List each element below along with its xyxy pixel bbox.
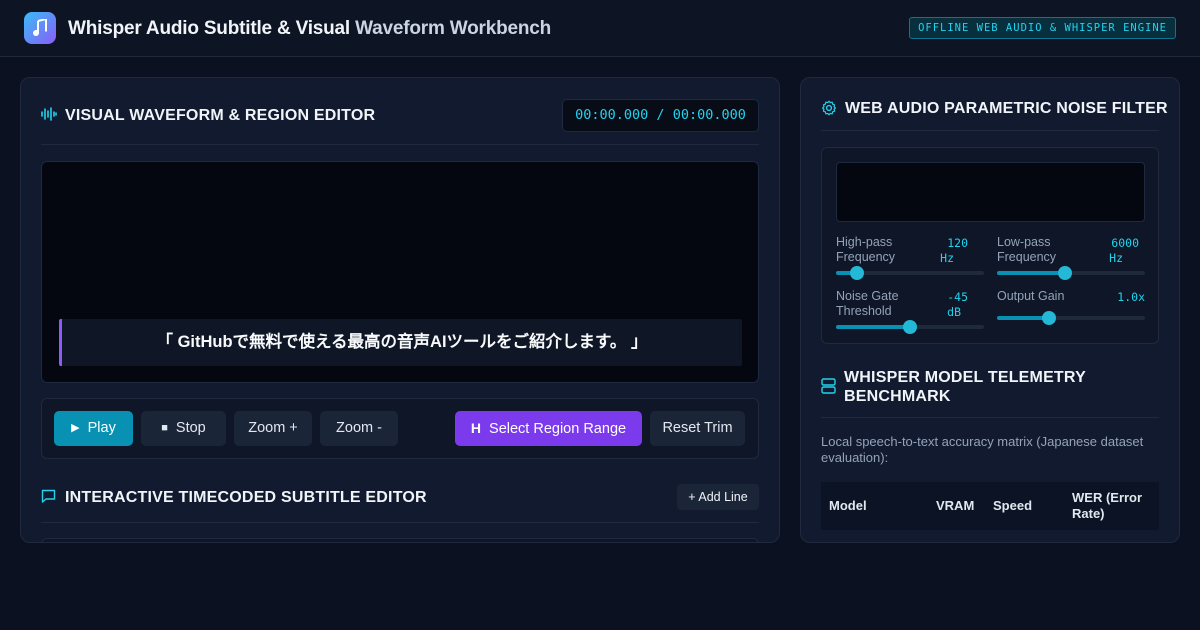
- divider: [821, 130, 1159, 131]
- subtitle-preview: 「 GitHubで無料で使える最高の音声AIツールをご紹介します。 」: [59, 319, 742, 366]
- filter-controls: High-pass Frequency 120 Hz Low-pass Frequ…: [821, 147, 1159, 344]
- highpass-label: High-pass Frequency: [836, 235, 896, 264]
- timecode-display: 00:00.000 / 00:00.000: [562, 99, 759, 132]
- subtitle-editor-list: [41, 538, 759, 542]
- lowpass-label: Low-pass Frequency: [997, 235, 1057, 264]
- slider-thumb[interactable]: [903, 320, 917, 334]
- zoom-in-button[interactable]: Zoom +: [234, 411, 312, 446]
- column-header: VRAM: [936, 498, 975, 513]
- output-gain-label: Output Gain: [997, 289, 1065, 303]
- lowpass-value: 6000 Hz: [1109, 236, 1139, 265]
- slider-thumb[interactable]: [1041, 311, 1056, 325]
- slider-thumb[interactable]: [849, 266, 864, 280]
- reset-trim-button[interactable]: Reset Trim: [650, 411, 745, 446]
- telemetry-title: WHISPER MODEL TELEMETRY BENCHMARK: [844, 369, 1086, 405]
- noise-gate-value: -45 dB: [947, 290, 968, 319]
- add-line-button[interactable]: + Add Line: [677, 484, 759, 510]
- waveform-canvas[interactable]: 「 GitHubで無料で使える最高の音声AIツールをご紹介します。 」: [41, 161, 759, 383]
- play-button[interactable]: ▶ Play: [54, 411, 133, 446]
- spectrum-analyzer: [836, 162, 1145, 222]
- play-label: Play: [87, 420, 116, 436]
- highpass-value: 120 Hz: [940, 236, 968, 265]
- noise-gate-slider[interactable]: [836, 320, 984, 334]
- music-note-icon: [24, 12, 56, 44]
- output-gain-slider[interactable]: [997, 311, 1145, 325]
- lowpass-slider[interactable]: [997, 266, 1145, 280]
- benchmark-table-header: Model VRAM Speed WER (Error Rate): [821, 482, 1159, 530]
- select-region-button[interactable]: H Select Region Range: [455, 411, 642, 446]
- chat-icon: [41, 489, 56, 503]
- gear-icon: [822, 100, 836, 116]
- slider-thumb[interactable]: [1058, 266, 1073, 280]
- divider: [821, 417, 1159, 418]
- column-header: WER (Error Rate): [1072, 490, 1143, 521]
- region-range-icon: H: [470, 420, 482, 436]
- divider: [41, 522, 759, 523]
- stop-button[interactable]: ■ Stop: [141, 411, 226, 446]
- noise-gate-label: Noise Gate Threshold: [836, 289, 899, 318]
- app-title: Whisper Audio Subtitle & Visual Waveform…: [68, 18, 551, 40]
- telemetry-description: Local speech-to-text accuracy matrix (Ja…: [821, 434, 1144, 465]
- waveform-panel: VISUAL WAVEFORM & REGION EDITOR 00:00.00…: [20, 77, 780, 543]
- column-header: Speed: [993, 498, 1033, 513]
- divider: [41, 144, 759, 145]
- app-title-sub: Waveform Workbench: [355, 18, 552, 39]
- select-region-label: Select Region Range: [489, 421, 627, 437]
- stop-icon: ■: [161, 422, 168, 434]
- server-icon: [821, 378, 836, 394]
- waveform-section-title: VISUAL WAVEFORM & REGION EDITOR: [65, 107, 376, 124]
- transport-controls: ▶ Play ■ Stop Zoom + Zoom - H Select Region…: [41, 398, 759, 459]
- stop-label: Stop: [175, 420, 206, 436]
- engine-badge: OFFLINE WEB AUDIO & WHISPER ENGINE: [909, 17, 1176, 39]
- app-header: Whisper Audio Subtitle & Visual Waveform…: [0, 0, 1200, 57]
- play-icon: ▶: [71, 422, 80, 434]
- zoom-out-button[interactable]: Zoom -: [320, 411, 398, 446]
- app-title-main: Whisper Audio Subtitle & Visual: [68, 18, 350, 39]
- output-gain-value: 1.0x: [1117, 290, 1145, 304]
- noise-filter-panel: WEB AUDIO PARAMETRIC NOISE FILTER High-p…: [800, 77, 1180, 543]
- column-header: Model: [829, 498, 867, 513]
- waveform-icon: [41, 107, 57, 121]
- highpass-slider[interactable]: [836, 266, 984, 280]
- noise-filter-title: WEB AUDIO PARAMETRIC NOISE FILTER: [845, 100, 1168, 117]
- subtitle-editor-title: INTERACTIVE TIMECODED SUBTITLE EDITOR: [65, 489, 427, 506]
